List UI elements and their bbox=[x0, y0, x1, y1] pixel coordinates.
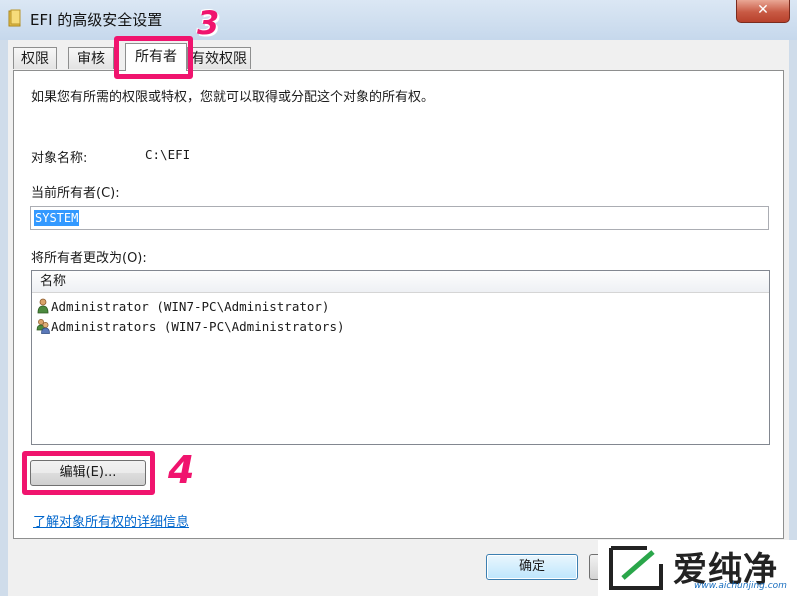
ok-button[interactable]: 确定 bbox=[486, 554, 578, 580]
window-title: EFI 的高级安全设置 bbox=[30, 11, 163, 29]
intro-text: 如果您有所需的权限或特权，您就可以取得或分配这个对象的所有权。 bbox=[31, 90, 435, 105]
step-4-marker: 4 bbox=[168, 448, 195, 492]
tab-permissions[interactable]: 权限 bbox=[13, 47, 57, 69]
current-owner-label: 当前所有者(C): bbox=[31, 186, 120, 201]
watermark-url: www.aichunjing.com bbox=[694, 581, 787, 591]
current-owner-field[interactable]: SYSTEM bbox=[30, 206, 769, 230]
close-button[interactable]: ✕ bbox=[736, 0, 790, 23]
tab-label: 有效权限 bbox=[191, 51, 247, 67]
list-item[interactable]: Administrator (WIN7-PC\Administrator) bbox=[36, 298, 329, 316]
folder-icon bbox=[8, 9, 21, 27]
watermark-logo bbox=[609, 546, 663, 590]
group-icon bbox=[36, 319, 50, 334]
close-icon: ✕ bbox=[757, 2, 769, 18]
user-icon bbox=[37, 298, 49, 314]
edit-highlight-box bbox=[22, 451, 155, 495]
tab-label: 权限 bbox=[21, 51, 49, 67]
column-header-name[interactable]: 名称 bbox=[32, 271, 769, 293]
tab-effective-permissions[interactable]: 有效权限 bbox=[187, 47, 251, 69]
ownership-help-link[interactable]: 了解对象所有权的详细信息 bbox=[33, 511, 189, 530]
tab-owner[interactable]: 所有者 bbox=[125, 43, 187, 71]
owner-listbox[interactable]: 名称 Administrator (WIN7-PC\Administrator)… bbox=[31, 270, 770, 445]
current-owner-value: SYSTEM bbox=[34, 210, 80, 226]
list-item[interactable]: Administrators (WIN7-PC\Administrators) bbox=[36, 318, 345, 336]
change-owner-label: 将所有者更改为(O): bbox=[31, 251, 147, 266]
tab-auditing[interactable]: 审核 bbox=[68, 47, 114, 69]
tab-label: 所有者 bbox=[135, 49, 177, 65]
object-name-label: 对象名称: bbox=[31, 151, 88, 166]
column-header-label: 名称 bbox=[40, 274, 67, 289]
tab-label: 审核 bbox=[77, 51, 105, 67]
step-3-marker: 3 bbox=[197, 4, 220, 42]
title-bar: EFI 的高级安全设置 ✕ bbox=[0, 0, 797, 40]
list-item-label: Administrators (WIN7-PC\Administrators) bbox=[51, 319, 345, 334]
object-name-value: C:\EFI bbox=[145, 147, 191, 162]
ok-button-label: 确定 bbox=[518, 559, 545, 574]
list-item-label: Administrator (WIN7-PC\Administrator) bbox=[51, 299, 330, 314]
